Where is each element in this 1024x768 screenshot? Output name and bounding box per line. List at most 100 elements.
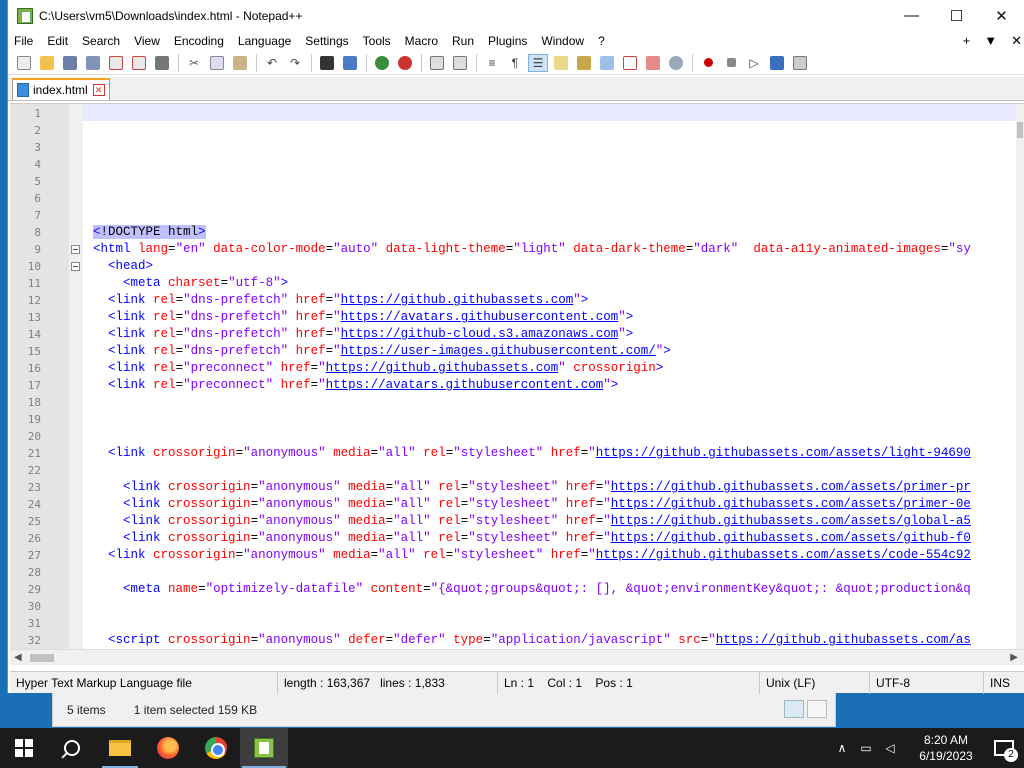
scroll-left-icon[interactable]: ◀ [14, 652, 22, 663]
show-all-characters-icon[interactable]: ¶ [505, 54, 525, 72]
word-wrap-icon[interactable]: ≡ [482, 54, 502, 72]
details-view-icon[interactable] [784, 700, 804, 718]
menu-help[interactable]: ? [591, 34, 612, 48]
status-encoding[interactable]: UTF-8 [870, 671, 984, 694]
undo-icon[interactable]: ↶ [262, 54, 282, 72]
document-map-icon[interactable] [574, 54, 594, 72]
code-line: <link rel="dns-prefetch" href="https://a… [108, 310, 634, 324]
folder-as-workspace-icon[interactable] [643, 54, 663, 72]
firefox-button[interactable] [144, 728, 192, 768]
new-file-icon[interactable] [14, 54, 34, 72]
tab-close-icon[interactable]: ✕ [92, 84, 105, 96]
fold-toggle-icon[interactable] [71, 262, 80, 271]
tab-index-html[interactable]: index.html ✕ [12, 78, 110, 100]
code-line: <html lang="en" data-color-mode="auto" d… [93, 242, 971, 256]
replace-icon[interactable] [340, 54, 360, 72]
menu-plugins[interactable]: Plugins [481, 34, 534, 48]
menu-search[interactable]: Search [75, 34, 127, 48]
cut-icon[interactable]: ✂ [184, 54, 204, 72]
vertical-scroll-thumb[interactable] [1017, 122, 1023, 138]
line-number: 15 [27, 345, 41, 358]
notepad-plus-plus-taskbar-button[interactable] [240, 728, 288, 768]
code-line: <link crossorigin="anonymous" media="all… [123, 531, 971, 545]
status-insert-mode[interactable]: INS [984, 672, 1022, 694]
menu-settings[interactable]: Settings [298, 34, 355, 48]
large-icons-view-icon[interactable] [807, 700, 827, 718]
find-icon[interactable] [317, 54, 337, 72]
tab-label: index.html [33, 83, 88, 97]
sync-horizontal-icon[interactable] [450, 54, 470, 72]
start-button[interactable] [0, 728, 48, 768]
record-macro-icon[interactable] [698, 54, 718, 72]
sync-vertical-icon[interactable] [427, 54, 447, 72]
redo-icon[interactable]: ↷ [285, 54, 305, 72]
close-icon[interactable] [106, 54, 126, 72]
line-number: 3 [34, 141, 41, 154]
menu-run[interactable]: Run [445, 34, 481, 48]
code-line: <link crossorigin="anonymous" media="all… [123, 480, 971, 494]
code-editor[interactable]: 1 2 3 4 5 6 7 8 9 10 11 12 13 14 15 16 17 18 19 20 21 22 23 24 2… [10, 103, 1024, 649]
menu-language[interactable]: Language [231, 34, 298, 48]
explorer-selection: 1 item selected 159 KB [133, 702, 258, 717]
maximize-button[interactable]: ☐ [934, 0, 979, 31]
clock[interactable]: 8:20 AM 6/19/2023 [908, 732, 984, 764]
menu-window[interactable]: Window [534, 34, 591, 48]
line-number: 6 [34, 192, 41, 205]
chrome-button[interactable] [192, 728, 240, 768]
scroll-right-icon[interactable]: ▶ [1010, 652, 1018, 663]
status-position: Ln : 1 Col : 1 Pos : 1 [498, 671, 760, 694]
line-number: 25 [27, 515, 41, 528]
line-number: 11 [27, 277, 41, 290]
paste-icon[interactable] [230, 54, 250, 72]
windows-logo-icon [15, 739, 33, 757]
file-explorer-button[interactable] [96, 728, 144, 768]
close-all-icon[interactable] [129, 54, 149, 72]
code-line: <link crossorigin="anonymous" media="all… [123, 497, 971, 511]
tab-list-dropdown-button[interactable]: ▼ [984, 33, 997, 49]
code-line: <link rel="preconnect" href="https://ava… [108, 378, 619, 392]
current-line-highlight [83, 104, 1016, 121]
minimize-button[interactable]: — [889, 0, 934, 31]
code-area[interactable]: <!DOCTYPE html> <html lang="en" data-colo… [83, 104, 1016, 649]
run-macro-multiple-icon[interactable] [767, 54, 787, 72]
copy-icon[interactable] [207, 54, 227, 72]
network-icon[interactable]: ▭ [856, 738, 876, 758]
save-macro-icon[interactable] [790, 54, 810, 72]
menu-encoding[interactable]: Encoding [167, 34, 231, 48]
new-tab-plus-button[interactable]: + [963, 33, 971, 49]
menu-edit[interactable]: Edit [40, 34, 75, 48]
close-button[interactable]: ✕ [979, 0, 1024, 31]
close-document-button[interactable]: ✕ [1011, 33, 1022, 49]
chevron-up-icon[interactable]: ∧ [832, 738, 852, 758]
volume-muted-icon[interactable]: ◁ [880, 738, 900, 758]
zoom-in-icon[interactable] [372, 54, 392, 72]
notification-count: 2 [1004, 748, 1018, 762]
horizontal-scrollbar[interactable]: ◀ ▶ [10, 649, 1024, 665]
zoom-out-icon[interactable] [395, 54, 415, 72]
menu-tools[interactable]: Tools [356, 34, 398, 48]
menu-macro[interactable]: Macro [398, 34, 445, 48]
menu-file[interactable]: File [8, 34, 40, 48]
menu-view[interactable]: View [127, 34, 167, 48]
function-list-icon[interactable] [620, 54, 640, 72]
line-number: 17 [27, 379, 41, 392]
save-icon[interactable] [60, 54, 80, 72]
horizontal-scroll-thumb[interactable] [30, 654, 54, 662]
search-button[interactable] [48, 728, 96, 768]
fold-toggle-icon[interactable] [71, 245, 80, 254]
indent-guide-icon[interactable]: ☰ [528, 53, 548, 72]
title-bar[interactable]: C:\Users\vm5\Downloads\index.html - Note… [8, 0, 1024, 31]
user-defined-language-icon[interactable] [551, 54, 571, 72]
document-list-icon[interactable] [597, 54, 617, 72]
vertical-scrollbar[interactable] [1016, 104, 1024, 649]
monitoring-icon[interactable] [666, 54, 686, 72]
status-length: length : 163,367 [284, 675, 371, 690]
play-macro-icon[interactable]: ▷ [744, 54, 764, 72]
print-icon[interactable] [152, 54, 172, 72]
status-eol[interactable]: Unix (LF) [760, 671, 870, 694]
line-number: 24 [27, 498, 41, 511]
save-all-icon[interactable] [83, 54, 103, 72]
stop-macro-icon[interactable] [721, 54, 741, 72]
open-file-icon[interactable] [37, 54, 57, 72]
action-center-button[interactable]: 2 [984, 728, 1024, 768]
